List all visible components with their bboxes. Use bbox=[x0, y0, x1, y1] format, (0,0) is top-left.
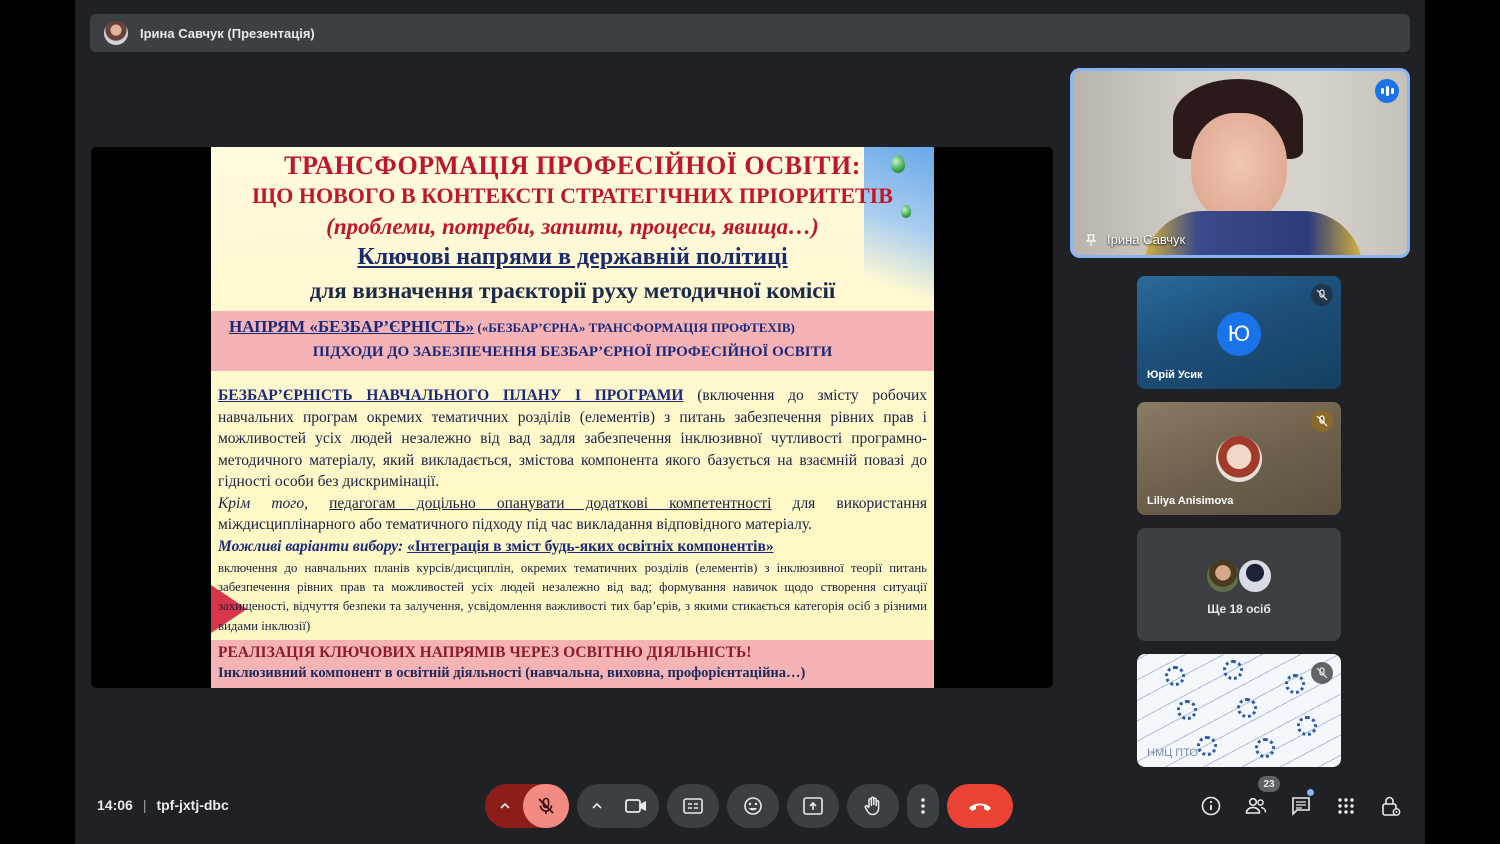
separator: | bbox=[142, 797, 147, 813]
slide-subtitle-italic: (проблеми, потреби, запити, процеси, яви… bbox=[326, 214, 819, 239]
captions-button[interactable] bbox=[667, 784, 719, 828]
meeting-stage: Ірина Савчук (Презентація) ТРАНСФОРМАЦІЯ… bbox=[75, 0, 1425, 844]
host-controls-icon bbox=[1382, 796, 1401, 816]
chevron-up-icon bbox=[500, 802, 510, 809]
chat-button[interactable] bbox=[1288, 793, 1314, 819]
speaker-face bbox=[1191, 113, 1287, 223]
implementation-title: РЕАЛІЗАЦІЯ КЛЮЧОВИХ НАПРЯМІВ ЧЕРЕЗ ОСВІТ… bbox=[218, 644, 752, 661]
chevron-up-icon bbox=[592, 802, 602, 809]
slide: ТРАНСФОРМАЦІЯ ПРОФЕСІЙНОЇ ОСВІТИ: ЩО НОВ… bbox=[211, 147, 934, 688]
slide-band-implementation: РЕАЛІЗАЦІЯ КЛЮЧОВИХ НАПРЯМІВ ЧЕРЕЗ ОСВІТ… bbox=[211, 640, 934, 688]
slide-heading-2: для визначення траєкторії руху методично… bbox=[309, 278, 836, 303]
slide-body: БЕЗБАР’ЄРНІСТЬ НАВЧАЛЬНОГО ПЛАНУ І ПРОГР… bbox=[218, 385, 927, 557]
camera-icon bbox=[625, 799, 646, 813]
clock: 14:06 bbox=[97, 797, 133, 813]
mic-off-icon bbox=[538, 797, 554, 814]
participant-tile[interactable]: НМЦ ПТО bbox=[1137, 654, 1341, 767]
presenter-bar: Ірина Савчук (Презентація) bbox=[90, 14, 1410, 52]
mic-off-icon bbox=[1311, 284, 1333, 306]
participant-tile[interactable]: Ю Юрій Усик bbox=[1137, 276, 1341, 389]
camera-toggle-button[interactable] bbox=[613, 784, 659, 828]
people-button[interactable] bbox=[1243, 793, 1269, 819]
logo-seal bbox=[1177, 700, 1197, 720]
speaker-tile[interactable]: Ірина Савчук bbox=[1070, 68, 1410, 258]
pin-icon bbox=[1085, 233, 1097, 246]
participant-tile[interactable]: Liliya Anisimova bbox=[1137, 402, 1341, 515]
slide-subtitle: ЩО НОВОГО В КОНТЕКСТІ СТРАТЕГІЧНИХ ПРІОР… bbox=[252, 183, 893, 208]
body-heading: БЕЗБАР’ЄРНІСТЬ НАВЧАЛЬНОГО ПЛАНУ І ПРОГР… bbox=[218, 387, 684, 404]
reactions-button[interactable] bbox=[727, 784, 779, 828]
meeting-details-button[interactable] bbox=[1198, 793, 1224, 819]
more-options-button[interactable] bbox=[907, 784, 939, 828]
meeting-code: tpf-jxtj-dbc bbox=[156, 797, 229, 813]
more-vert-icon bbox=[921, 798, 925, 814]
info-icon bbox=[1201, 796, 1221, 816]
meeting-info: 14:06 | tpf-jxtj-dbc bbox=[97, 797, 229, 813]
speaker-name: Ірина Савчук bbox=[1107, 232, 1186, 247]
direction-title: НАПРЯМ «БЕЗБАР’ЄРНІСТЬ» bbox=[229, 317, 475, 336]
logo-seal bbox=[1197, 736, 1217, 756]
slide-title: ТРАНСФОРМАЦІЯ ПРОФЕСІЙНОЇ ОСВІТИ: bbox=[284, 151, 861, 180]
present-button[interactable] bbox=[787, 784, 839, 828]
options-label: Можливі варіанти вибору bbox=[218, 537, 398, 555]
people-icon bbox=[1245, 797, 1267, 814]
participant-name: НМЦ ПТО bbox=[1147, 747, 1198, 759]
mic-toggle-button[interactable] bbox=[523, 784, 569, 828]
slide-heading: Ключові напрями в державній політиці bbox=[357, 244, 788, 270]
participant-avatar: Ю bbox=[1217, 312, 1261, 356]
direction-subtitle: («БЕЗБАР’ЄРНА» ТРАНСФОРМАЦІЯ ПРОФТЕХІВ) bbox=[474, 320, 795, 335]
slide-small-text: включення до навчальних планів курсів/ди… bbox=[218, 561, 927, 633]
present-icon bbox=[803, 797, 823, 815]
options-colon: : bbox=[397, 537, 407, 555]
chat-icon bbox=[1292, 797, 1310, 816]
logo-seal bbox=[1285, 674, 1305, 694]
end-call-button[interactable] bbox=[947, 784, 1013, 828]
emoji-icon bbox=[744, 797, 762, 815]
body-italic-lead: Крім того, bbox=[218, 494, 308, 512]
logo-seal bbox=[1223, 660, 1243, 680]
participant-avatar bbox=[1205, 558, 1241, 594]
captions-icon bbox=[683, 798, 703, 814]
activities-button[interactable] bbox=[1333, 793, 1359, 819]
body-underline: педагогам доцільно опанувати додаткові к… bbox=[329, 494, 772, 512]
end-call-icon bbox=[969, 803, 991, 811]
logo-seal bbox=[1297, 716, 1317, 736]
activities-icon bbox=[1338, 798, 1354, 814]
implementation-subtitle: Інклюзивний компонент в освітній діяльно… bbox=[218, 665, 806, 681]
approaches-title: ПІДХОДИ ДО ЗАБЕЗПЕЧЕННЯ БЕЗБАР’ЄРНОЇ ПРО… bbox=[312, 344, 833, 360]
participant-avatar bbox=[1216, 436, 1262, 482]
participant-avatar bbox=[1237, 558, 1273, 594]
more-participants-label: Ще 18 осіб bbox=[1207, 602, 1271, 616]
speaking-indicator-icon bbox=[1375, 79, 1399, 103]
presenter-avatar bbox=[104, 21, 128, 45]
presenter-label: Ірина Савчук (Презентація) bbox=[140, 25, 315, 41]
more-participants-tile[interactable]: Ще 18 осіб bbox=[1137, 528, 1341, 641]
speaker-name-tag: Ірина Савчук bbox=[1085, 232, 1185, 247]
mic-off-icon bbox=[1311, 662, 1333, 684]
logo-seal bbox=[1255, 738, 1275, 758]
raise-hand-button[interactable] bbox=[847, 784, 899, 828]
slide-band-direction: НАПРЯМ «БЕЗБАР’ЄРНІСТЬ» («БЕЗБАР’ЄРНА» Т… bbox=[211, 311, 934, 371]
options-value: «Інтеграція в зміст будь-яких освітніх к… bbox=[407, 537, 774, 555]
participant-name: Liliya Anisimova bbox=[1147, 495, 1234, 507]
presentation-view[interactable]: ТРАНСФОРМАЦІЯ ПРОФЕСІЙНОЇ ОСВІТИ: ЩО НОВ… bbox=[91, 147, 1053, 688]
host-controls-button[interactable] bbox=[1378, 793, 1404, 819]
raise-hand-icon bbox=[864, 796, 880, 816]
logo-seal bbox=[1165, 666, 1185, 686]
logo-seal bbox=[1237, 698, 1257, 718]
participant-name: Юрій Усик bbox=[1147, 369, 1203, 381]
people-count-badge: 23 bbox=[1258, 776, 1280, 792]
mic-off-icon bbox=[1311, 410, 1333, 432]
